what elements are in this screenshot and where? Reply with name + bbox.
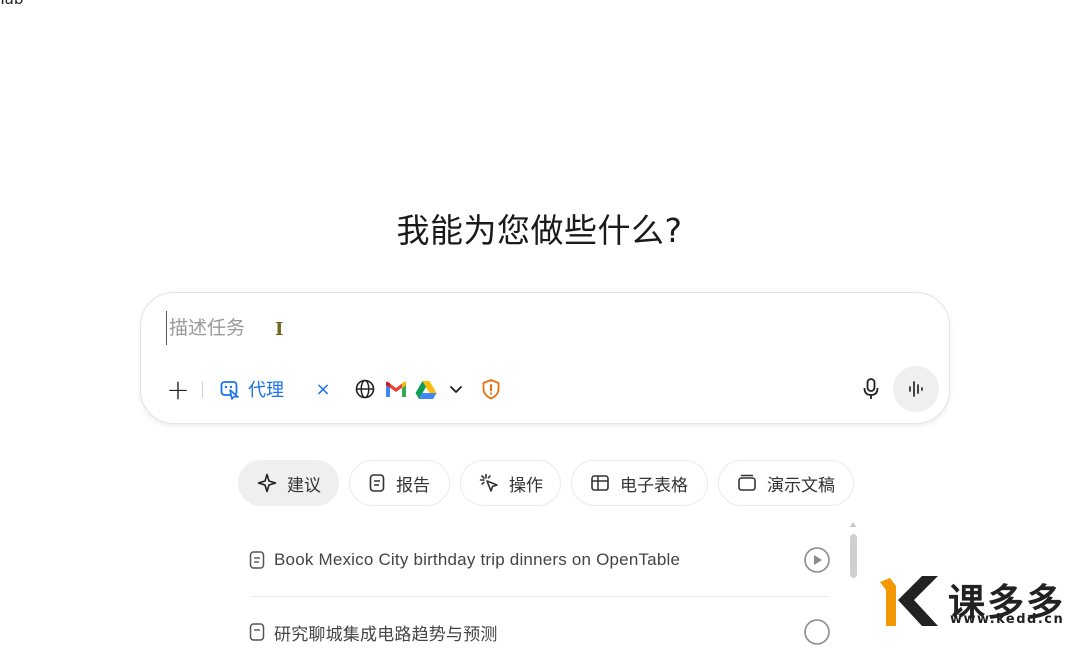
watermark-url: www.kedd.cn bbox=[950, 612, 1065, 627]
google-drive-icon[interactable] bbox=[412, 371, 440, 407]
list-item[interactable]: 研究聊城集成电路趋势与预测 bbox=[248, 612, 833, 652]
slides-icon bbox=[738, 474, 756, 491]
suggestion-label: 研究聊城集成电路趋势与预测 bbox=[274, 624, 498, 644]
kedd-logo-icon bbox=[880, 576, 938, 626]
play-icon[interactable] bbox=[803, 618, 831, 646]
suggestion-label: Book Mexico City birthday trip dinners o… bbox=[274, 550, 681, 569]
text-cursor-icon: I bbox=[275, 319, 284, 340]
tab-actions[interactable]: 操作 bbox=[460, 460, 561, 506]
document-icon bbox=[249, 551, 265, 569]
report-icon bbox=[369, 474, 385, 492]
list-scrollbar[interactable] bbox=[849, 522, 858, 582]
agent-icon bbox=[220, 381, 239, 400]
sparkle-icon bbox=[257, 473, 277, 493]
chevron-down-icon[interactable] bbox=[444, 371, 468, 407]
tab-reports[interactable]: 报告 bbox=[349, 460, 450, 506]
task-composer: I + 代理 × bbox=[140, 292, 950, 424]
document-icon bbox=[249, 623, 265, 641]
list-divider bbox=[250, 596, 828, 597]
toolbar-divider bbox=[202, 381, 203, 398]
remove-agent-button[interactable]: × bbox=[314, 371, 332, 407]
tab-label: 建议 bbox=[287, 475, 321, 496]
gmail-icon[interactable] bbox=[383, 371, 409, 407]
table-icon bbox=[591, 475, 609, 491]
tab-label: 报告 bbox=[396, 475, 430, 496]
agent-mode-chip[interactable]: 代理 bbox=[219, 371, 284, 407]
action-icon bbox=[479, 473, 498, 492]
shield-icon[interactable] bbox=[479, 371, 503, 407]
scroll-thumb[interactable] bbox=[850, 534, 857, 578]
scroll-up-arrow-icon[interactable] bbox=[850, 522, 856, 527]
tab-label: 操作 bbox=[509, 475, 543, 496]
tab-label: 演示文稿 bbox=[767, 475, 835, 496]
tab-spreadsheets[interactable]: 电子表格 bbox=[571, 460, 708, 506]
microphone-icon[interactable] bbox=[856, 371, 886, 407]
voice-mode-button[interactable] bbox=[893, 366, 939, 412]
tab-suggestions[interactable]: 建议 bbox=[238, 460, 339, 506]
page-title: 我能为您做些什么? bbox=[396, 211, 683, 250]
tab-label: 电子表格 bbox=[620, 475, 688, 496]
add-button[interactable]: + bbox=[163, 371, 193, 407]
waveform-icon bbox=[909, 381, 923, 397]
category-tabs: 建议 报告 操作 电子表格 演示文稿 bbox=[0, 460, 1079, 508]
composer-toolbar: + 代理 × bbox=[159, 366, 939, 412]
play-icon[interactable] bbox=[803, 546, 831, 574]
agent-label: 代理 bbox=[248, 380, 284, 401]
globe-icon[interactable] bbox=[353, 371, 377, 407]
corner-text: Tab bbox=[0, 0, 23, 8]
watermark-logo: 课多多 www.kedd.cn bbox=[878, 572, 1078, 630]
tab-presentations[interactable]: 演示文稿 bbox=[718, 460, 854, 506]
list-item[interactable]: Book Mexico City birthday trip dinners o… bbox=[248, 540, 833, 580]
task-input[interactable] bbox=[166, 311, 771, 345]
